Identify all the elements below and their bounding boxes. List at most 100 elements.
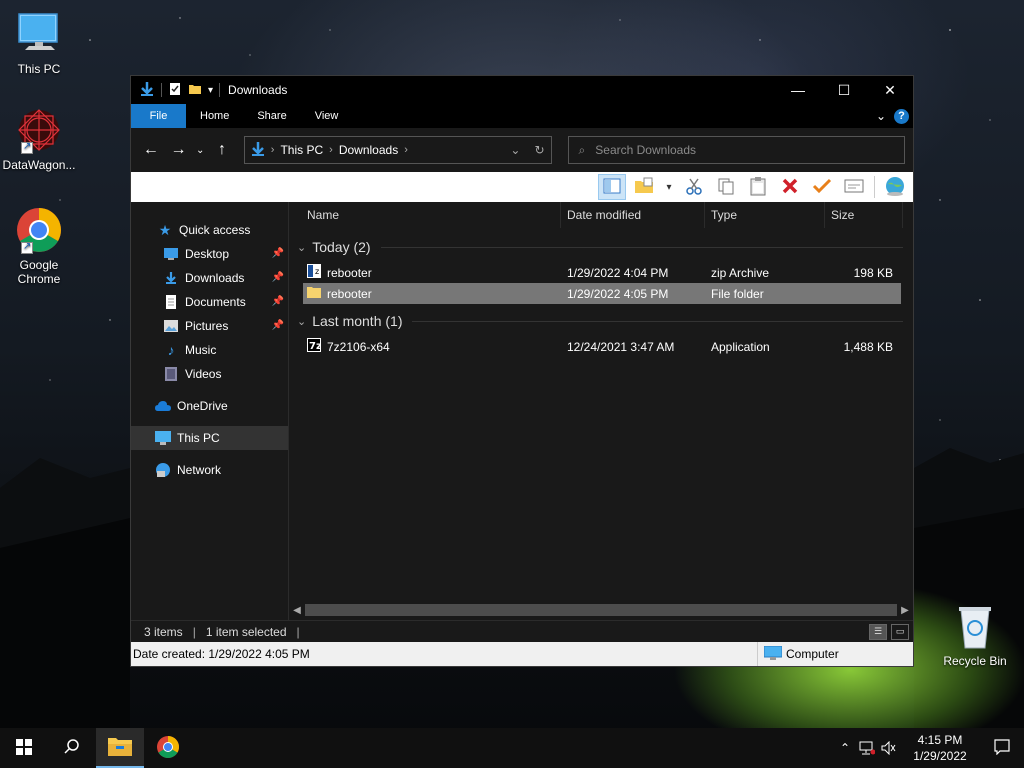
- desktop-icon-label: This PC: [17, 62, 61, 76]
- nav-label: Videos: [185, 367, 222, 381]
- nav-item-downloads[interactable]: Downloads 📌: [131, 266, 288, 290]
- chevron-down-icon[interactable]: ⌄: [297, 241, 306, 254]
- customize-qa-dropdown-icon[interactable]: ▾: [208, 85, 213, 96]
- picture-icon: [163, 318, 179, 334]
- ribbon-right: ⌄ ?: [876, 104, 913, 128]
- group-label: Last month (1): [312, 313, 403, 329]
- document-icon: [163, 294, 179, 310]
- desktop-icon-google-chrome[interactable]: Google Chrome: [0, 206, 79, 286]
- taskbar-clock[interactable]: 4:15 PM 1/29/2022: [900, 732, 980, 764]
- group-header-last-month[interactable]: ⌄ Last month (1): [289, 310, 913, 332]
- chevron-right-icon[interactable]: ›: [404, 144, 408, 156]
- nav-item-pictures[interactable]: Pictures 📌: [131, 314, 288, 338]
- shortcut-arrow-icon: [21, 140, 33, 154]
- file-row-selected[interactable]: rebooter 1/29/2022 4:05 PM File folder: [303, 283, 901, 304]
- action-center-button[interactable]: [980, 738, 1024, 758]
- start-button[interactable]: [0, 728, 48, 768]
- chevron-down-icon[interactable]: ⌄: [297, 315, 306, 328]
- pin-icon[interactable]: 📌: [272, 272, 284, 283]
- desktop-icon-datawagon[interactable]: DataWagon...: [0, 106, 79, 172]
- large-icons-view-icon[interactable]: ▭: [891, 623, 909, 640]
- search-input[interactable]: [595, 143, 876, 157]
- tab-view[interactable]: View: [301, 104, 353, 128]
- horizontal-scrollbar[interactable]: ◀ ▶: [289, 602, 913, 618]
- nav-item-desktop[interactable]: Desktop 📌: [131, 242, 288, 266]
- chevron-down-icon[interactable]: ⌄: [510, 143, 520, 157]
- file-row[interactable]: z rebooter 1/29/2022 4:04 PM zip Archive…: [303, 262, 901, 283]
- pin-icon[interactable]: 📌: [272, 296, 284, 307]
- nav-network[interactable]: Network: [131, 458, 288, 482]
- search-box[interactable]: ⌕: [567, 136, 905, 164]
- location-zone: Computer: [757, 642, 913, 666]
- speaker-muted-icon[interactable]: [878, 741, 900, 755]
- column-header-date-modified[interactable]: Date modified: [561, 201, 705, 228]
- address-bar[interactable]: › This PC › Downloads › ⌄ ↻: [243, 136, 552, 164]
- nav-label: Documents: [185, 295, 246, 309]
- chevron-right-icon[interactable]: ›: [329, 144, 333, 156]
- nav-quick-access[interactable]: ★ Quick access: [131, 218, 288, 242]
- downloads-arrow-icon: [139, 81, 155, 100]
- up-button[interactable]: ↑: [210, 138, 234, 162]
- file-row[interactable]: 7z 7z2106-x64 12/24/2021 3:47 AM Applica…: [303, 336, 901, 357]
- new-dropdown-arrow[interactable]: ▾: [662, 174, 676, 200]
- paste-button[interactable]: [744, 174, 772, 200]
- properties-button[interactable]: [840, 174, 868, 200]
- help-button[interactable]: ?: [894, 108, 909, 124]
- preview-pane-button[interactable]: [598, 174, 626, 200]
- pin-icon[interactable]: 📌: [272, 248, 284, 259]
- breadcrumb-this-pc[interactable]: This PC: [280, 143, 323, 157]
- cut-button[interactable]: [680, 174, 708, 200]
- pin-icon[interactable]: 📌: [272, 320, 284, 331]
- preview-pane-icon: [603, 178, 621, 197]
- scroll-right-icon[interactable]: ▶: [897, 605, 913, 616]
- column-header-size[interactable]: Size: [825, 201, 903, 228]
- new-folder-button[interactable]: [630, 174, 658, 200]
- nav-item-videos[interactable]: Videos: [131, 362, 288, 386]
- search-icon: [64, 738, 80, 758]
- scroll-left-icon[interactable]: ◀: [289, 605, 305, 616]
- nav-item-documents[interactable]: Documents 📌: [131, 290, 288, 314]
- minimize-button[interactable]: —: [775, 76, 821, 104]
- column-header-type[interactable]: Type: [705, 201, 825, 228]
- desktop-icon-this-pc[interactable]: This PC: [0, 10, 79, 76]
- search-button[interactable]: [48, 728, 96, 768]
- network-status-icon[interactable]: [856, 741, 878, 755]
- divider: [161, 83, 162, 97]
- desktop-folder-icon: [163, 246, 179, 262]
- nav-item-music[interactable]: ♪ Music: [131, 338, 288, 362]
- group-header-today[interactable]: ⌄ Today (2): [289, 236, 913, 258]
- rename-button[interactable]: [808, 174, 836, 200]
- file-type: zip Archive: [711, 265, 770, 280]
- taskbar-chrome[interactable]: [144, 728, 192, 768]
- system-tray: ⌃ 4:15 PM 1/29/2022: [834, 728, 1024, 768]
- breadcrumb-downloads[interactable]: Downloads: [339, 143, 398, 157]
- music-note-icon: ♪: [167, 342, 175, 358]
- taskbar-file-explorer[interactable]: [96, 728, 144, 768]
- nav-this-pc[interactable]: This PC: [131, 426, 288, 450]
- maximize-button[interactable]: ☐: [821, 76, 867, 104]
- tab-file[interactable]: File: [131, 104, 186, 128]
- details-view-icon[interactable]: ☰: [869, 623, 887, 640]
- properties-icon[interactable]: [168, 82, 182, 99]
- tab-home[interactable]: Home: [186, 104, 243, 128]
- chevron-up-icon[interactable]: ⌃: [834, 741, 856, 755]
- network-icon: [155, 462, 171, 478]
- column-header-name[interactable]: Name: [289, 201, 561, 228]
- nav-onedrive[interactable]: OneDrive: [131, 394, 288, 418]
- recycle-bin-icon: [951, 602, 999, 650]
- recent-locations-dropdown[interactable]: ⌄: [194, 138, 206, 162]
- back-button[interactable]: ←: [139, 138, 163, 162]
- copy-button[interactable]: [712, 174, 740, 200]
- refresh-icon[interactable]: ↻: [534, 143, 544, 157]
- desktop-icon-recycle-bin[interactable]: Recycle Bin: [935, 602, 1015, 668]
- forward-button[interactable]: →: [167, 138, 191, 162]
- new-folder-icon[interactable]: [188, 82, 202, 99]
- delete-button[interactable]: [776, 174, 804, 200]
- close-button[interactable]: ✕: [867, 76, 913, 104]
- scrollbar-thumb[interactable]: [305, 604, 897, 616]
- desktop-icon-label: Google Chrome: [17, 258, 61, 286]
- tab-share[interactable]: Share: [243, 104, 300, 128]
- globe-button[interactable]: [881, 174, 909, 200]
- search-icon: ⌕: [578, 142, 586, 157]
- expand-ribbon-icon[interactable]: ⌄: [876, 109, 886, 123]
